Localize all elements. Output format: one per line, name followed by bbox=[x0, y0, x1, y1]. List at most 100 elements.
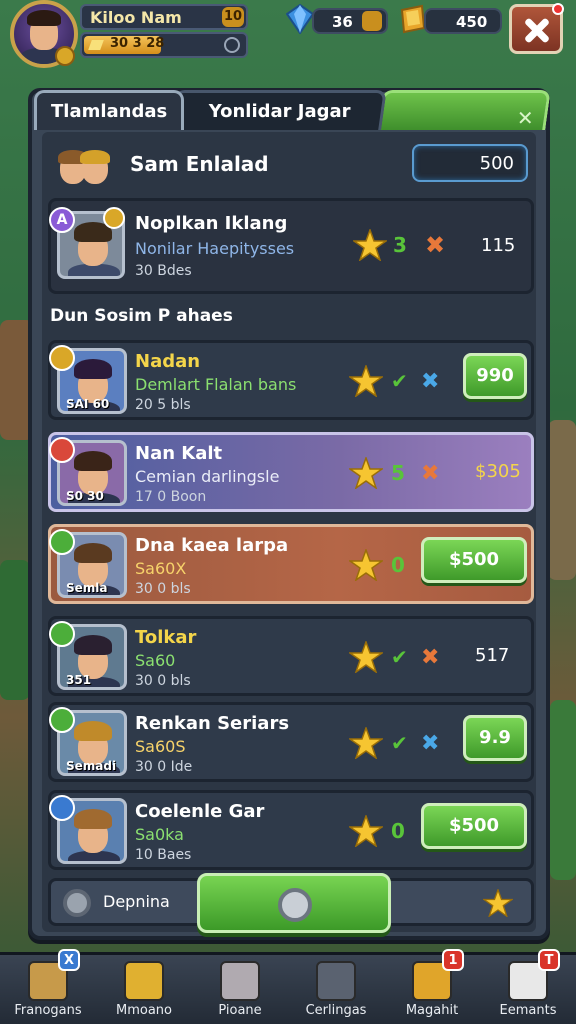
toggle-icon[interactable] bbox=[63, 889, 91, 917]
star-icon bbox=[349, 549, 383, 581]
nav-item[interactable]: 1 Magahit bbox=[384, 949, 480, 1024]
chest-icon bbox=[316, 961, 356, 1001]
gold-icon bbox=[400, 4, 426, 34]
background-house-right bbox=[548, 420, 576, 580]
player-row[interactable]: Semla Dna kaea larpa Sa60X 30 0 bls 0 $5… bbox=[48, 524, 534, 604]
avatar-hair bbox=[27, 10, 61, 26]
row-meta: 30 0 bls bbox=[135, 673, 191, 689]
portrait-hair bbox=[74, 635, 112, 655]
buy-button[interactable]: 9.9 bbox=[463, 715, 527, 761]
nav-item[interactable]: X Franogans bbox=[0, 949, 96, 1024]
nav-item[interactable]: Cerlingas bbox=[288, 955, 384, 1024]
xp-text: 30 3 28 bbox=[110, 36, 165, 51]
row-badge-icon bbox=[49, 437, 75, 463]
buy-button[interactable]: 990 bbox=[463, 353, 527, 399]
summary-title: Sam Enlalad bbox=[130, 152, 269, 176]
star-icon bbox=[349, 727, 383, 759]
row-check: 0 bbox=[391, 819, 405, 843]
cross-icon: ✖ bbox=[425, 231, 446, 259]
puzzle-icon bbox=[124, 961, 164, 1001]
player-row[interactable]: SAI 60 Nadan Demlart Flalan bans 20 5 bl… bbox=[48, 340, 534, 420]
close-button[interactable] bbox=[509, 3, 564, 54]
nav-label: Magahit bbox=[405, 1003, 459, 1018]
player-name: Kiloo Nam bbox=[90, 8, 182, 27]
row-subtitle: Sa60S bbox=[135, 737, 186, 756]
confirm-button[interactable] bbox=[197, 873, 391, 933]
row-badge-icon bbox=[49, 707, 75, 733]
leaderboard-panel: ✕ Yonlidar Jagar Tlamlandas Sam Enlalad … bbox=[28, 88, 551, 940]
buy-button[interactable]: $500 bbox=[421, 803, 527, 849]
star-icon bbox=[349, 457, 383, 489]
featured-rank-badge: A bbox=[49, 207, 75, 233]
row-badge-icon bbox=[49, 621, 75, 647]
buy-button[interactable]: $500 bbox=[421, 537, 527, 583]
row-badge-icon bbox=[49, 529, 75, 555]
tab-secondary[interactable]: Yonlidar Jagar bbox=[169, 90, 387, 130]
player-name-panel: Kiloo Nam 10 bbox=[80, 4, 248, 30]
bottom-nav: X Franogans Mmoano Pioane Cerlingas 1 Ma… bbox=[0, 949, 576, 1024]
row-meta: 10 Baes bbox=[135, 847, 192, 863]
xp-bar: 30 3 28 bbox=[80, 32, 248, 58]
player-row[interactable]: S0 30 Nan Kalt Cemian darlingsle 17 0 Bo… bbox=[48, 432, 534, 512]
nav-label: Pioane bbox=[218, 1003, 262, 1018]
row-check: ✔ bbox=[391, 369, 408, 393]
buy-button-label: $500 bbox=[448, 815, 500, 836]
row-meta: 30 0 bls bbox=[135, 581, 191, 597]
nav-item[interactable]: T Eemants bbox=[480, 949, 576, 1024]
cross-icon: ✖ bbox=[421, 461, 440, 486]
row-price: 517 bbox=[475, 645, 510, 666]
buy-button-label: 990 bbox=[476, 365, 514, 386]
portrait-hair bbox=[74, 451, 112, 471]
nav-badge: T bbox=[538, 949, 560, 971]
top-bar: Kiloo Nam 10 30 3 28 36 450 bbox=[0, 0, 576, 70]
hair-b bbox=[80, 150, 110, 164]
nav-badge: 1 bbox=[442, 949, 464, 971]
featured-coin-icon bbox=[103, 207, 125, 229]
gold-panel[interactable]: 450 bbox=[424, 8, 502, 34]
tab-extra[interactable]: ✕ bbox=[377, 90, 551, 130]
featured-meta: 30 Bdes bbox=[135, 263, 192, 279]
favorite-star-icon[interactable] bbox=[483, 889, 513, 917]
portrait-hair bbox=[74, 721, 112, 741]
background-tree-right bbox=[550, 700, 576, 880]
row-subtitle: Demlart Flalan bans bbox=[135, 375, 297, 394]
section-title: Dun Sosim P ahaes bbox=[50, 306, 233, 326]
row-name: Dna kaea larpa bbox=[135, 535, 289, 556]
featured-subtitle: Nonilar Haepitysses bbox=[135, 239, 295, 258]
gems-plus-icon[interactable] bbox=[362, 11, 382, 31]
nav-item[interactable]: Pioane bbox=[192, 955, 288, 1024]
cross-icon: ✖ bbox=[421, 731, 440, 756]
portrait-hair bbox=[74, 809, 112, 829]
row-price: $305 bbox=[475, 461, 521, 482]
player-row[interactable]: 351 Tolkar Sa60 30 0 bls ✔ ✖ 517 bbox=[48, 616, 534, 696]
row-meta: 20 5 bls bbox=[135, 397, 191, 413]
star-icon bbox=[349, 815, 383, 847]
star-icon bbox=[353, 229, 387, 261]
featured-player-card[interactable]: A Noplkan Iklang Nonilar Haepitysses 30 … bbox=[48, 198, 534, 294]
nav-label: Mmoano bbox=[116, 1003, 172, 1018]
row-name: Coelenle Gar bbox=[135, 801, 265, 822]
bottom-strip-label: Depnina bbox=[103, 892, 170, 911]
row-tag: Semla bbox=[66, 581, 108, 595]
row-name: Nan Kalt bbox=[135, 443, 223, 464]
player-row[interactable]: Coelenle Gar Sa0ka 10 Baes 0 $500 bbox=[48, 790, 534, 870]
settings-gear-icon[interactable] bbox=[55, 46, 75, 66]
star-icon bbox=[349, 365, 383, 397]
gems-panel[interactable]: 36 bbox=[312, 8, 388, 34]
tab-primary[interactable]: Tlamlandas bbox=[34, 90, 184, 130]
row-check: ✔ bbox=[391, 731, 408, 755]
summary-field[interactable]: 500 bbox=[412, 144, 528, 182]
gear-icon bbox=[220, 961, 260, 1001]
row-subtitle: Cemian darlingsle bbox=[135, 467, 280, 486]
row-meta: 30 0 Ide bbox=[135, 759, 193, 775]
background-tree-left bbox=[0, 560, 30, 700]
tab-secondary-label: Yonlidar Jagar bbox=[208, 101, 351, 122]
player-row[interactable]: Semadi Renkan Seriars Sa60S 30 0 Ide ✔ ✖… bbox=[48, 702, 534, 782]
nav-item[interactable]: Mmoano bbox=[96, 955, 192, 1024]
bottom-action-strip: Depnina bbox=[48, 873, 534, 933]
row-check: 5 bbox=[391, 461, 405, 485]
row-check: ✔ bbox=[391, 645, 408, 669]
xp-info-icon[interactable] bbox=[224, 37, 240, 53]
summary-row: Sam Enlalad 500 bbox=[42, 142, 534, 190]
buy-button-label: 9.9 bbox=[479, 727, 511, 748]
